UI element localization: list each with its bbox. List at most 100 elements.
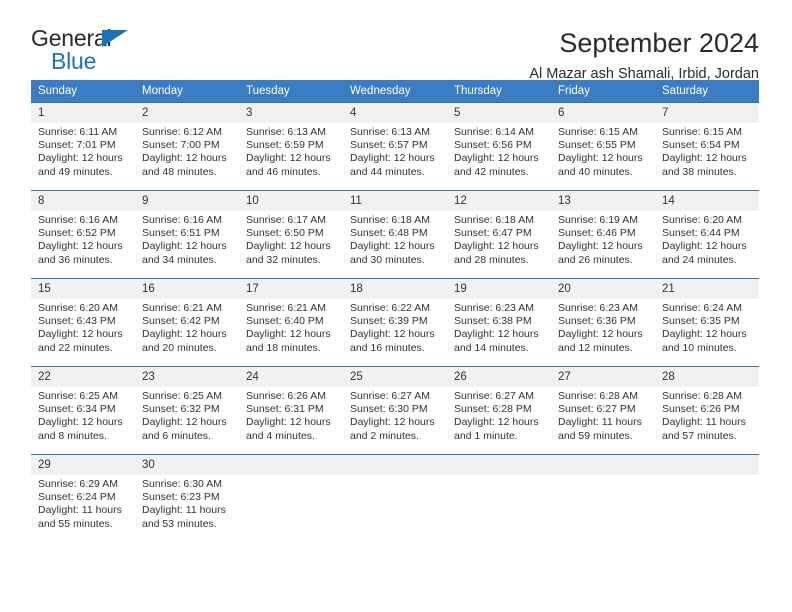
day-info: Sunrise: 6:28 AM Sunset: 6:26 PM Daylight:… [655,387,759,443]
sunset-text: Sunset: 6:24 PM [38,491,116,504]
day-number: 11 [343,191,447,211]
sunrise-text: Sunrise: 6:24 AM [662,302,742,314]
calendar-day-cell[interactable]: 22 Sunrise: 6:25 AM Sunset: 6:34 PM Dayligh… [31,366,135,455]
calendar-day-cell[interactable]: 4 Sunrise: 6:13 AM Sunset: 6:57 PM Daylight… [343,102,447,191]
sunset-text: Sunset: 6:48 PM [350,227,428,240]
day-info: Sunrise: 6:25 AM Sunset: 6:32 PM Daylight:… [135,387,239,443]
daylight-text-line1: Daylight: 12 hours [454,152,539,165]
day-info: Sunrise: 6:21 AM Sunset: 6:42 PM Daylight:… [135,299,239,355]
daylight-text-line2: and 22 minutes. [38,341,113,354]
calendar-day-cell[interactable]: 24 Sunrise: 6:26 AM Sunset: 6:31 PM Dayligh… [239,366,343,455]
calendar-day-cell[interactable]: 20 Sunrise: 6:23 AM Sunset: 6:36 PM Dayligh… [551,278,655,367]
day-number: 15 [31,279,135,299]
sunset-text: Sunset: 6:57 PM [350,139,428,152]
calendar-day-cell[interactable]: 19 Sunrise: 6:23 AM Sunset: 6:38 PM Dayligh… [447,278,551,367]
day-info: Sunrise: 6:15 AM Sunset: 6:55 PM Daylight:… [551,123,655,179]
daylight-text-line1: Daylight: 11 hours [558,416,642,429]
sunrise-text: Sunrise: 6:18 AM [454,214,534,226]
logo-word-blue: Blue [51,48,97,74]
calendar-body: 1 Sunrise: 6:11 AM Sunset: 7:01 PM Daylight… [31,102,759,543]
calendar-day-cell[interactable]: 28 Sunrise: 6:28 AM Sunset: 6:26 PM Dayligh… [655,366,759,455]
daylight-text-line1: Daylight: 12 hours [142,416,227,429]
calendar-day-cell[interactable]: 26 Sunrise: 6:27 AM Sunset: 6:28 PM Dayligh… [447,366,551,455]
calendar-day-cell[interactable]: 10 Sunrise: 6:17 AM Sunset: 6:50 PM Dayligh… [239,190,343,279]
daylight-text-line1: Daylight: 12 hours [454,416,539,429]
calendar-day-cell-empty [343,454,447,543]
sunset-text: Sunset: 6:26 PM [662,403,740,416]
general-blue-logo[interactable]: General Blue [31,26,151,76]
calendar-day-cell[interactable]: 23 Sunrise: 6:25 AM Sunset: 6:32 PM Dayligh… [135,366,239,455]
daylight-text-line2: and 2 minutes. [350,429,419,442]
sunset-text: Sunset: 6:23 PM [142,491,220,504]
sunrise-text: Sunrise: 6:13 AM [350,126,430,138]
day-info: Sunrise: 6:23 AM Sunset: 6:38 PM Daylight:… [447,299,551,355]
calendar-day-cell[interactable]: 2 Sunrise: 6:12 AM Sunset: 7:00 PM Daylight… [135,102,239,191]
day-info: Sunrise: 6:27 AM Sunset: 6:30 PM Daylight:… [343,387,447,443]
sunrise-text: Sunrise: 6:28 AM [558,390,638,402]
calendar-day-cell[interactable]: 15 Sunrise: 6:20 AM Sunset: 6:43 PM Dayligh… [31,278,135,367]
daylight-text-line1: Daylight: 12 hours [662,240,747,253]
calendar-day-cell[interactable]: 25 Sunrise: 6:27 AM Sunset: 6:30 PM Dayligh… [343,366,447,455]
sunrise-text: Sunrise: 6:11 AM [38,126,118,138]
day-number: 6 [551,103,655,123]
calendar-day-cell[interactable]: 12 Sunrise: 6:18 AM Sunset: 6:47 PM Dayligh… [447,190,551,279]
sunset-text: Sunset: 6:42 PM [142,315,220,328]
calendar-day-cell[interactable]: 8 Sunrise: 6:16 AM Sunset: 6:52 PM Daylight… [31,190,135,279]
calendar-day-cell[interactable]: 30 Sunrise: 6:30 AM Sunset: 6:23 PM Dayligh… [135,454,239,543]
daylight-text-line1: Daylight: 11 hours [38,504,122,517]
day-info: Sunrise: 6:27 AM Sunset: 6:28 PM Daylight:… [447,387,551,443]
day-info: Sunrise: 6:28 AM Sunset: 6:27 PM Daylight:… [551,387,655,443]
calendar-day-cell[interactable]: 27 Sunrise: 6:28 AM Sunset: 6:27 PM Dayligh… [551,366,655,455]
day-info: Sunrise: 6:15 AM Sunset: 6:54 PM Daylight:… [655,123,759,179]
calendar-day-cell[interactable]: 11 Sunrise: 6:18 AM Sunset: 6:48 PM Dayligh… [343,190,447,279]
daylight-text-line1: Daylight: 12 hours [558,240,643,253]
sunrise-text: Sunrise: 6:30 AM [142,478,222,490]
sunset-text: Sunset: 6:35 PM [662,315,740,328]
daylight-text-line2: and 57 minutes. [662,429,737,442]
sunset-text: Sunset: 6:55 PM [558,139,636,152]
day-info: Sunrise: 6:14 AM Sunset: 6:56 PM Daylight:… [447,123,551,179]
sunset-text: Sunset: 6:44 PM [662,227,740,240]
weekday-header-monday: Monday [135,80,239,103]
calendar-day-cell[interactable]: 17 Sunrise: 6:21 AM Sunset: 6:40 PM Dayligh… [239,278,343,367]
day-info: Sunrise: 6:22 AM Sunset: 6:39 PM Daylight:… [343,299,447,355]
sunset-text: Sunset: 6:39 PM [350,315,428,328]
daylight-text-line1: Daylight: 12 hours [142,152,227,165]
day-number: 8 [31,191,135,211]
calendar-day-cell[interactable]: 13 Sunrise: 6:19 AM Sunset: 6:46 PM Dayligh… [551,190,655,279]
day-number: 23 [135,367,239,387]
calendar-day-cell[interactable]: 3 Sunrise: 6:13 AM Sunset: 6:59 PM Daylight… [239,102,343,191]
calendar-day-cell[interactable]: 5 Sunrise: 6:14 AM Sunset: 6:56 PM Daylight… [447,102,551,191]
daylight-text-line1: Daylight: 12 hours [350,152,435,165]
calendar-day-cell[interactable]: 7 Sunrise: 6:15 AM Sunset: 6:54 PM Daylight… [655,102,759,191]
sunrise-text: Sunrise: 6:23 AM [558,302,638,314]
page-subtitle: Al Mazar ash Shamali, Irbid, Jordan [529,66,759,82]
weekday-header-tuesday: Tuesday [239,80,343,103]
daylight-text-line2: and 36 minutes. [38,253,113,266]
calendar-day-cell[interactable]: 21 Sunrise: 6:24 AM Sunset: 6:35 PM Dayligh… [655,278,759,367]
sunrise-text: Sunrise: 6:15 AM [558,126,638,138]
calendar-day-cell[interactable]: 29 Sunrise: 6:29 AM Sunset: 6:24 PM Dayligh… [31,454,135,543]
weekday-header-wednesday: Wednesday [343,80,447,103]
day-number [343,455,447,475]
sunrise-text: Sunrise: 6:15 AM [662,126,742,138]
sunset-text: Sunset: 7:01 PM [38,139,116,152]
sunrise-text: Sunrise: 6:21 AM [246,302,326,314]
calendar-day-cell[interactable]: 16 Sunrise: 6:21 AM Sunset: 6:42 PM Dayligh… [135,278,239,367]
day-number: 20 [551,279,655,299]
day-info: Sunrise: 6:18 AM Sunset: 6:47 PM Daylight:… [447,211,551,267]
sunrise-text: Sunrise: 6:17 AM [246,214,326,226]
day-info: Sunrise: 6:16 AM Sunset: 6:51 PM Daylight:… [135,211,239,267]
calendar-day-cell[interactable]: 18 Sunrise: 6:22 AM Sunset: 6:39 PM Dayligh… [343,278,447,367]
sunset-text: Sunset: 6:47 PM [454,227,532,240]
calendar-day-cell[interactable]: 1 Sunrise: 6:11 AM Sunset: 7:01 PM Daylight… [31,102,135,191]
day-info: Sunrise: 6:21 AM Sunset: 6:40 PM Daylight:… [239,299,343,355]
calendar-day-cell[interactable]: 6 Sunrise: 6:15 AM Sunset: 6:55 PM Daylight… [551,102,655,191]
daylight-text-line1: Daylight: 12 hours [246,240,331,253]
calendar-day-cell[interactable]: 14 Sunrise: 6:20 AM Sunset: 6:44 PM Dayligh… [655,190,759,279]
sunrise-text: Sunrise: 6:22 AM [350,302,430,314]
daylight-text-line1: Daylight: 12 hours [142,240,227,253]
calendar-day-cell[interactable]: 9 Sunrise: 6:16 AM Sunset: 6:51 PM Daylight… [135,190,239,279]
daylight-text-line1: Daylight: 12 hours [38,152,123,165]
day-number: 28 [655,367,759,387]
